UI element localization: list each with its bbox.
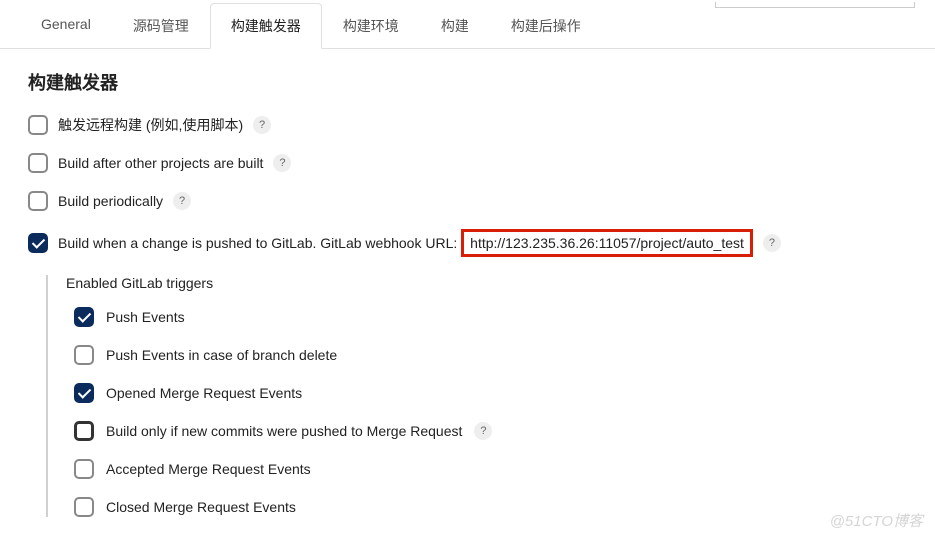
tab-source-management[interactable]: 源码管理 (112, 3, 210, 49)
option-closed-mr: Closed Merge Request Events (74, 497, 907, 517)
config-tabs: General 源码管理 构建触发器 构建环境 构建 构建后操作 (0, 2, 935, 49)
tab-post-build-actions[interactable]: 构建后操作 (490, 3, 602, 49)
option-trigger-remote: 触发远程构建 (例如,使用脚本) ? (28, 115, 907, 135)
checkbox-opened-mr[interactable] (74, 383, 94, 403)
tab-build[interactable]: 构建 (420, 3, 490, 49)
section-title: 构建触发器 (28, 69, 907, 95)
option-opened-mr: Opened Merge Request Events (74, 383, 907, 403)
option-gitlab-push: Build when a change is pushed to GitLab.… (28, 229, 907, 257)
help-icon[interactable]: ? (474, 422, 492, 440)
option-push-branch-delete: Push Events in case of branch delete (74, 345, 907, 365)
label-gitlab-push-prefix: Build when a change is pushed to GitLab.… (58, 235, 461, 251)
label-closed-mr: Closed Merge Request Events (106, 499, 296, 515)
checkbox-gitlab-push[interactable] (28, 233, 48, 253)
label-push-events: Push Events (106, 309, 185, 325)
tab-build-triggers[interactable]: 构建触发器 (210, 3, 322, 49)
help-icon[interactable]: ? (273, 154, 291, 172)
watermark: @51CTO博客 (830, 510, 923, 531)
tab-build-environment[interactable]: 构建环境 (322, 3, 420, 49)
checkbox-build-after-projects[interactable] (28, 153, 48, 173)
option-build-after-projects: Build after other projects are built ? (28, 153, 907, 173)
help-icon[interactable]: ? (763, 234, 781, 252)
option-push-events: Push Events (74, 307, 907, 327)
checkbox-accepted-mr[interactable] (74, 459, 94, 479)
option-build-periodically: Build periodically ? (28, 191, 907, 211)
label-opened-mr: Opened Merge Request Events (106, 385, 302, 401)
label-build-periodically: Build periodically (58, 193, 163, 209)
label-gitlab-push: Build when a change is pushed to GitLab.… (58, 229, 753, 257)
checkbox-closed-mr[interactable] (74, 497, 94, 517)
checkbox-push-branch-delete[interactable] (74, 345, 94, 365)
checkbox-build-new-commits[interactable] (74, 421, 94, 441)
help-icon[interactable]: ? (253, 116, 271, 134)
help-icon[interactable]: ? (173, 192, 191, 210)
gitlab-webhook-url: http://123.235.36.26:11057/project/auto_… (461, 229, 753, 257)
tab-general[interactable]: General (20, 3, 112, 49)
label-push-branch-delete: Push Events in case of branch delete (106, 347, 337, 363)
label-accepted-mr: Accepted Merge Request Events (106, 461, 311, 477)
option-accepted-mr: Accepted Merge Request Events (74, 459, 907, 479)
label-build-after-projects: Build after other projects are built (58, 155, 263, 171)
enabled-gitlab-triggers-title: Enabled GitLab triggers (66, 275, 907, 291)
label-build-new-commits: Build only if new commits were pushed to… (106, 423, 462, 439)
label-trigger-remote: 触发远程构建 (例如,使用脚本) (58, 115, 243, 135)
option-build-new-commits: Build only if new commits were pushed to… (74, 421, 907, 441)
checkbox-push-events[interactable] (74, 307, 94, 327)
checkbox-build-periodically[interactable] (28, 191, 48, 211)
checkbox-trigger-remote[interactable] (28, 115, 48, 135)
gitlab-triggers-subsection: Enabled GitLab triggers Push Events Push… (46, 275, 907, 517)
build-triggers-section: 构建触发器 触发远程构建 (例如,使用脚本) ? Build after oth… (0, 49, 935, 555)
